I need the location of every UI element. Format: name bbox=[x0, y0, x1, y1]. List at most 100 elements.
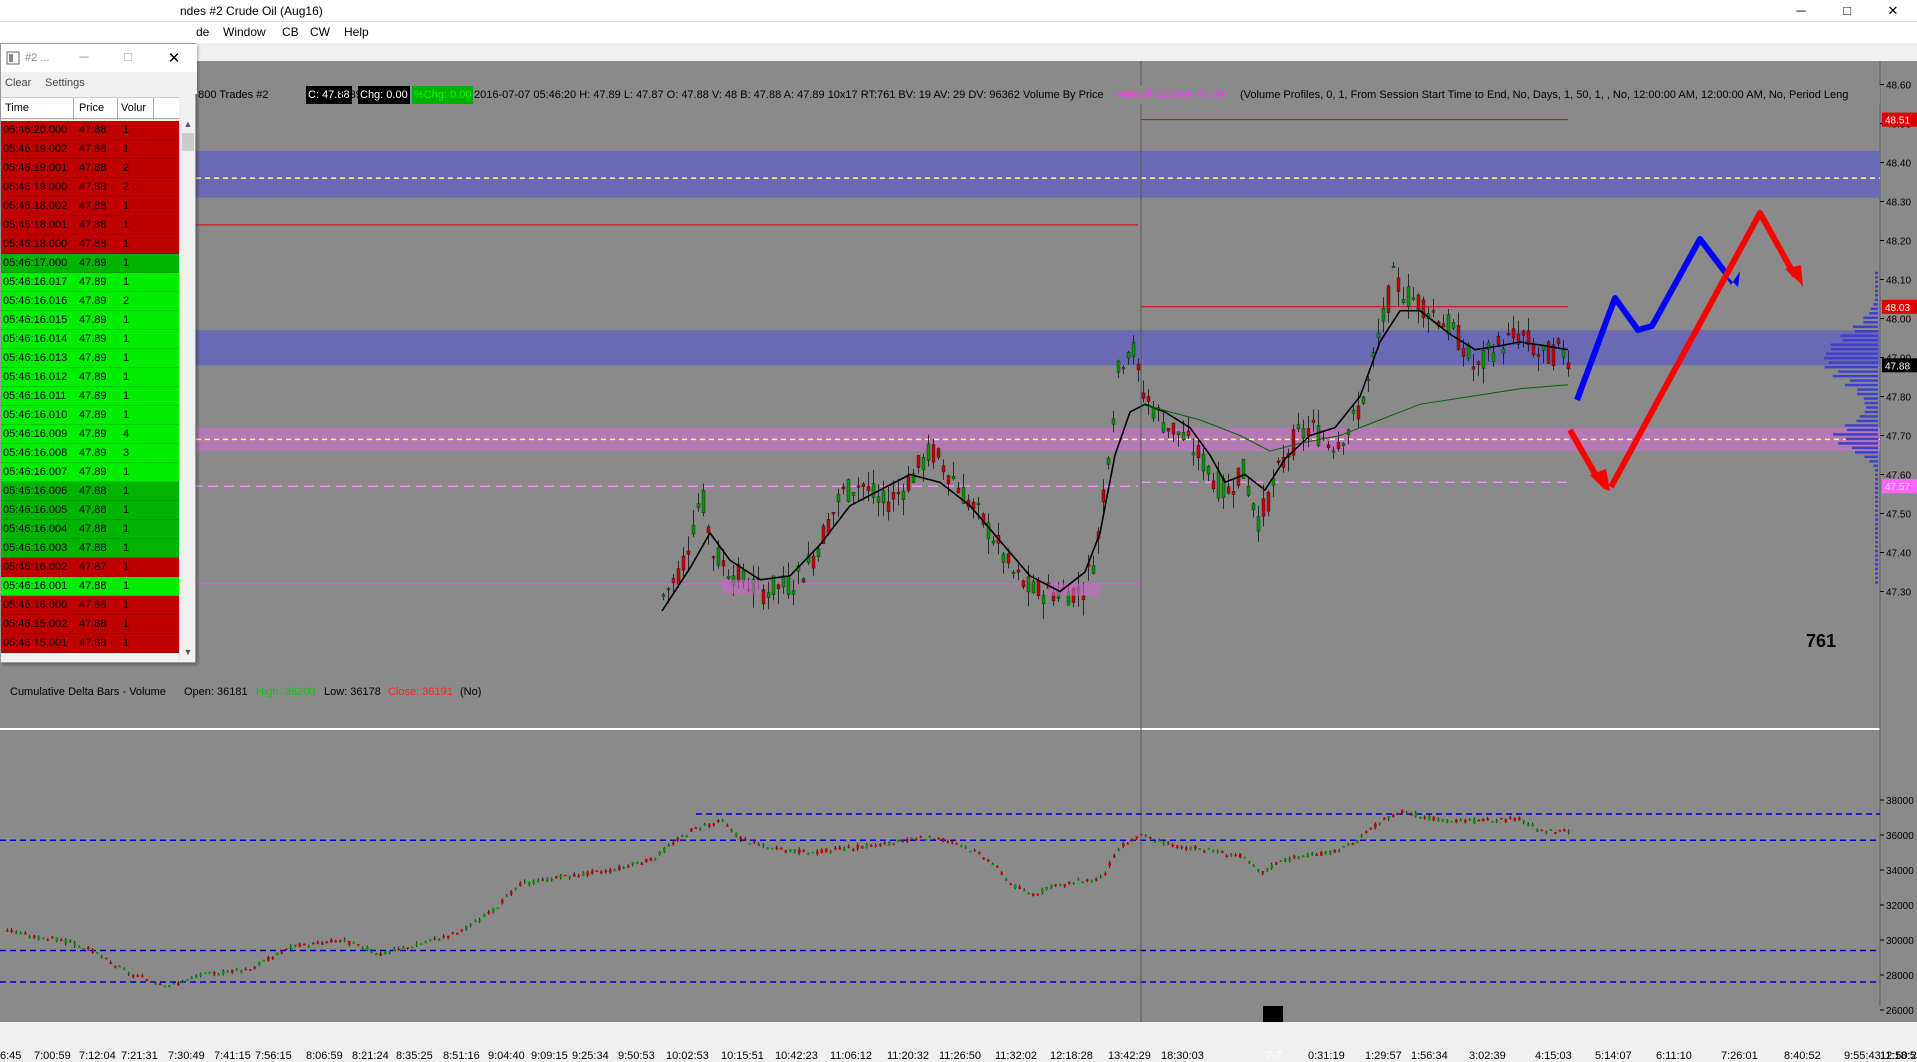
tape-cell-time: 05:46:16.004 bbox=[3, 523, 68, 535]
delta-bar bbox=[591, 870, 594, 874]
close-button[interactable]: ✕ bbox=[1870, 0, 1916, 22]
delta-bar bbox=[429, 939, 432, 941]
scroll-down-icon[interactable]: ▼ bbox=[180, 644, 196, 660]
tape-row: 05:46:20.000 47.88 1 bbox=[1, 121, 179, 140]
x-axis-label: 7:00:59 bbox=[34, 1050, 71, 1062]
tape-scrollbar[interactable]: ▲ ▼ bbox=[179, 116, 195, 660]
delta-bar bbox=[1257, 869, 1260, 871]
tape-maximize-button[interactable]: □ bbox=[117, 49, 139, 64]
menu-cw[interactable]: CW bbox=[310, 25, 330, 39]
scroll-thumb[interactable] bbox=[182, 133, 194, 151]
delta-bar bbox=[10, 930, 14, 932]
delta-bar bbox=[235, 968, 239, 970]
chart-area[interactable]: 48.6048.5048.4048.3048.2048.1048.0047.90… bbox=[0, 43, 1917, 1062]
candle-body bbox=[666, 588, 671, 591]
delta-bar bbox=[609, 869, 612, 873]
delta-bar bbox=[924, 839, 927, 841]
tape-row: 05:46:16.007 47.89 1 bbox=[1, 463, 179, 482]
delta-bar bbox=[456, 932, 459, 935]
delta-bar bbox=[1144, 835, 1148, 837]
delta-bar bbox=[78, 946, 81, 948]
chart-canvas[interactable]: 48.6048.5048.4048.3048.2048.1048.0047.90… bbox=[0, 43, 1917, 1052]
tape-menu-settings[interactable]: Settings bbox=[45, 77, 85, 89]
column-time[interactable]: Time bbox=[5, 102, 29, 114]
candle-body bbox=[1266, 492, 1271, 512]
candle-body bbox=[801, 578, 806, 583]
column-separator[interactable] bbox=[153, 98, 154, 120]
delta-bar bbox=[1531, 824, 1535, 826]
tape-menu-clear[interactable]: Clear bbox=[5, 77, 31, 89]
tape-minimize-button[interactable]: ─ bbox=[73, 49, 95, 64]
delta-bar bbox=[375, 953, 378, 956]
x-axis-label: 7:12:04 bbox=[79, 1050, 116, 1062]
time-and-sales-window[interactable]: #2 ... ─ □ ✕ Clear Settings Time Price V… bbox=[0, 43, 197, 663]
tape-row: 05:46:16.003 47.88 1 bbox=[1, 539, 179, 558]
menu-cb[interactable]: CB bbox=[282, 25, 299, 39]
delta-bar bbox=[1023, 889, 1026, 892]
delta-bar bbox=[1293, 856, 1296, 858]
delta-bar bbox=[357, 944, 360, 946]
delta-bar bbox=[789, 849, 792, 852]
volume-profile-bar bbox=[1875, 280, 1878, 284]
maximize-button[interactable]: □ bbox=[1824, 0, 1870, 22]
tape-close-button[interactable]: ✕ bbox=[163, 49, 185, 67]
delta-bar bbox=[1392, 814, 1395, 817]
volume-profile-bar bbox=[1875, 531, 1878, 535]
candle-body bbox=[1216, 471, 1221, 499]
volume-profile-bar bbox=[1830, 347, 1878, 351]
delta-bar bbox=[303, 943, 306, 946]
volume-profile-bar bbox=[1844, 383, 1878, 387]
delta-bar bbox=[361, 947, 365, 949]
delta-bar bbox=[307, 945, 311, 948]
column-separator[interactable] bbox=[73, 98, 74, 120]
tape-cell-vol: 1 bbox=[123, 371, 130, 383]
column-separator[interactable] bbox=[117, 98, 118, 120]
price-flag-label: 47.57 bbox=[1885, 482, 1910, 493]
delta-bar bbox=[1230, 854, 1233, 856]
delta-bar bbox=[294, 944, 297, 947]
menu-help[interactable]: Help bbox=[344, 25, 369, 39]
volume-profile-bar bbox=[1864, 401, 1878, 405]
column-volume[interactable]: Volur bbox=[121, 102, 146, 114]
delta-bar bbox=[105, 957, 108, 960]
tape-title-bar[interactable]: #2 ... ─ □ ✕ bbox=[1, 44, 197, 72]
candle-body bbox=[1376, 332, 1381, 339]
volume-profile-bar bbox=[1840, 334, 1878, 337]
volume-profile-bar bbox=[1863, 397, 1878, 400]
delta-bar bbox=[766, 847, 770, 850]
tape-row: 05:46:19.001 47.88 2 bbox=[1, 159, 179, 178]
candle-body bbox=[851, 492, 856, 496]
delta-bar bbox=[465, 925, 468, 930]
delta-bar bbox=[874, 845, 878, 847]
delta-bar bbox=[1468, 818, 1472, 821]
delta-bar bbox=[739, 837, 743, 840]
candle-body bbox=[946, 475, 951, 485]
delta-bar bbox=[1297, 856, 1301, 858]
delta-bar bbox=[1207, 848, 1211, 850]
delta-bar bbox=[87, 947, 90, 950]
tape-cell-time: 05:46:16.014 bbox=[3, 333, 68, 345]
menu-trade[interactable]: de bbox=[196, 25, 209, 39]
delta-bar bbox=[298, 943, 302, 947]
delta-bar bbox=[1356, 840, 1359, 843]
tape-cell-vol: 1 bbox=[123, 352, 130, 364]
delta-bar bbox=[1194, 846, 1197, 849]
minimize-button[interactable]: ─ bbox=[1778, 0, 1824, 22]
delta-bar bbox=[1099, 876, 1103, 879]
tape-cell-time: 05:46:16.015 bbox=[3, 314, 68, 326]
tape-cell-time: 05:46:18.001 bbox=[3, 219, 68, 231]
volume-profile-bar bbox=[1830, 343, 1878, 346]
column-price[interactable]: Price bbox=[79, 102, 104, 114]
volume-profile-bar bbox=[1875, 478, 1878, 481]
delta-bar bbox=[501, 899, 504, 903]
delta-bar bbox=[1527, 824, 1530, 826]
delta-bar bbox=[1221, 851, 1224, 854]
delta-bar bbox=[820, 849, 824, 854]
candle-body bbox=[1191, 452, 1196, 456]
x-axis-label: 12:50:22 bbox=[1880, 1050, 1917, 1062]
delta-bar bbox=[555, 876, 558, 879]
menu-window[interactable]: Window bbox=[223, 25, 266, 39]
delta-bar bbox=[249, 969, 252, 971]
scroll-up-icon[interactable]: ▲ bbox=[180, 116, 196, 132]
candle-body bbox=[786, 576, 791, 595]
